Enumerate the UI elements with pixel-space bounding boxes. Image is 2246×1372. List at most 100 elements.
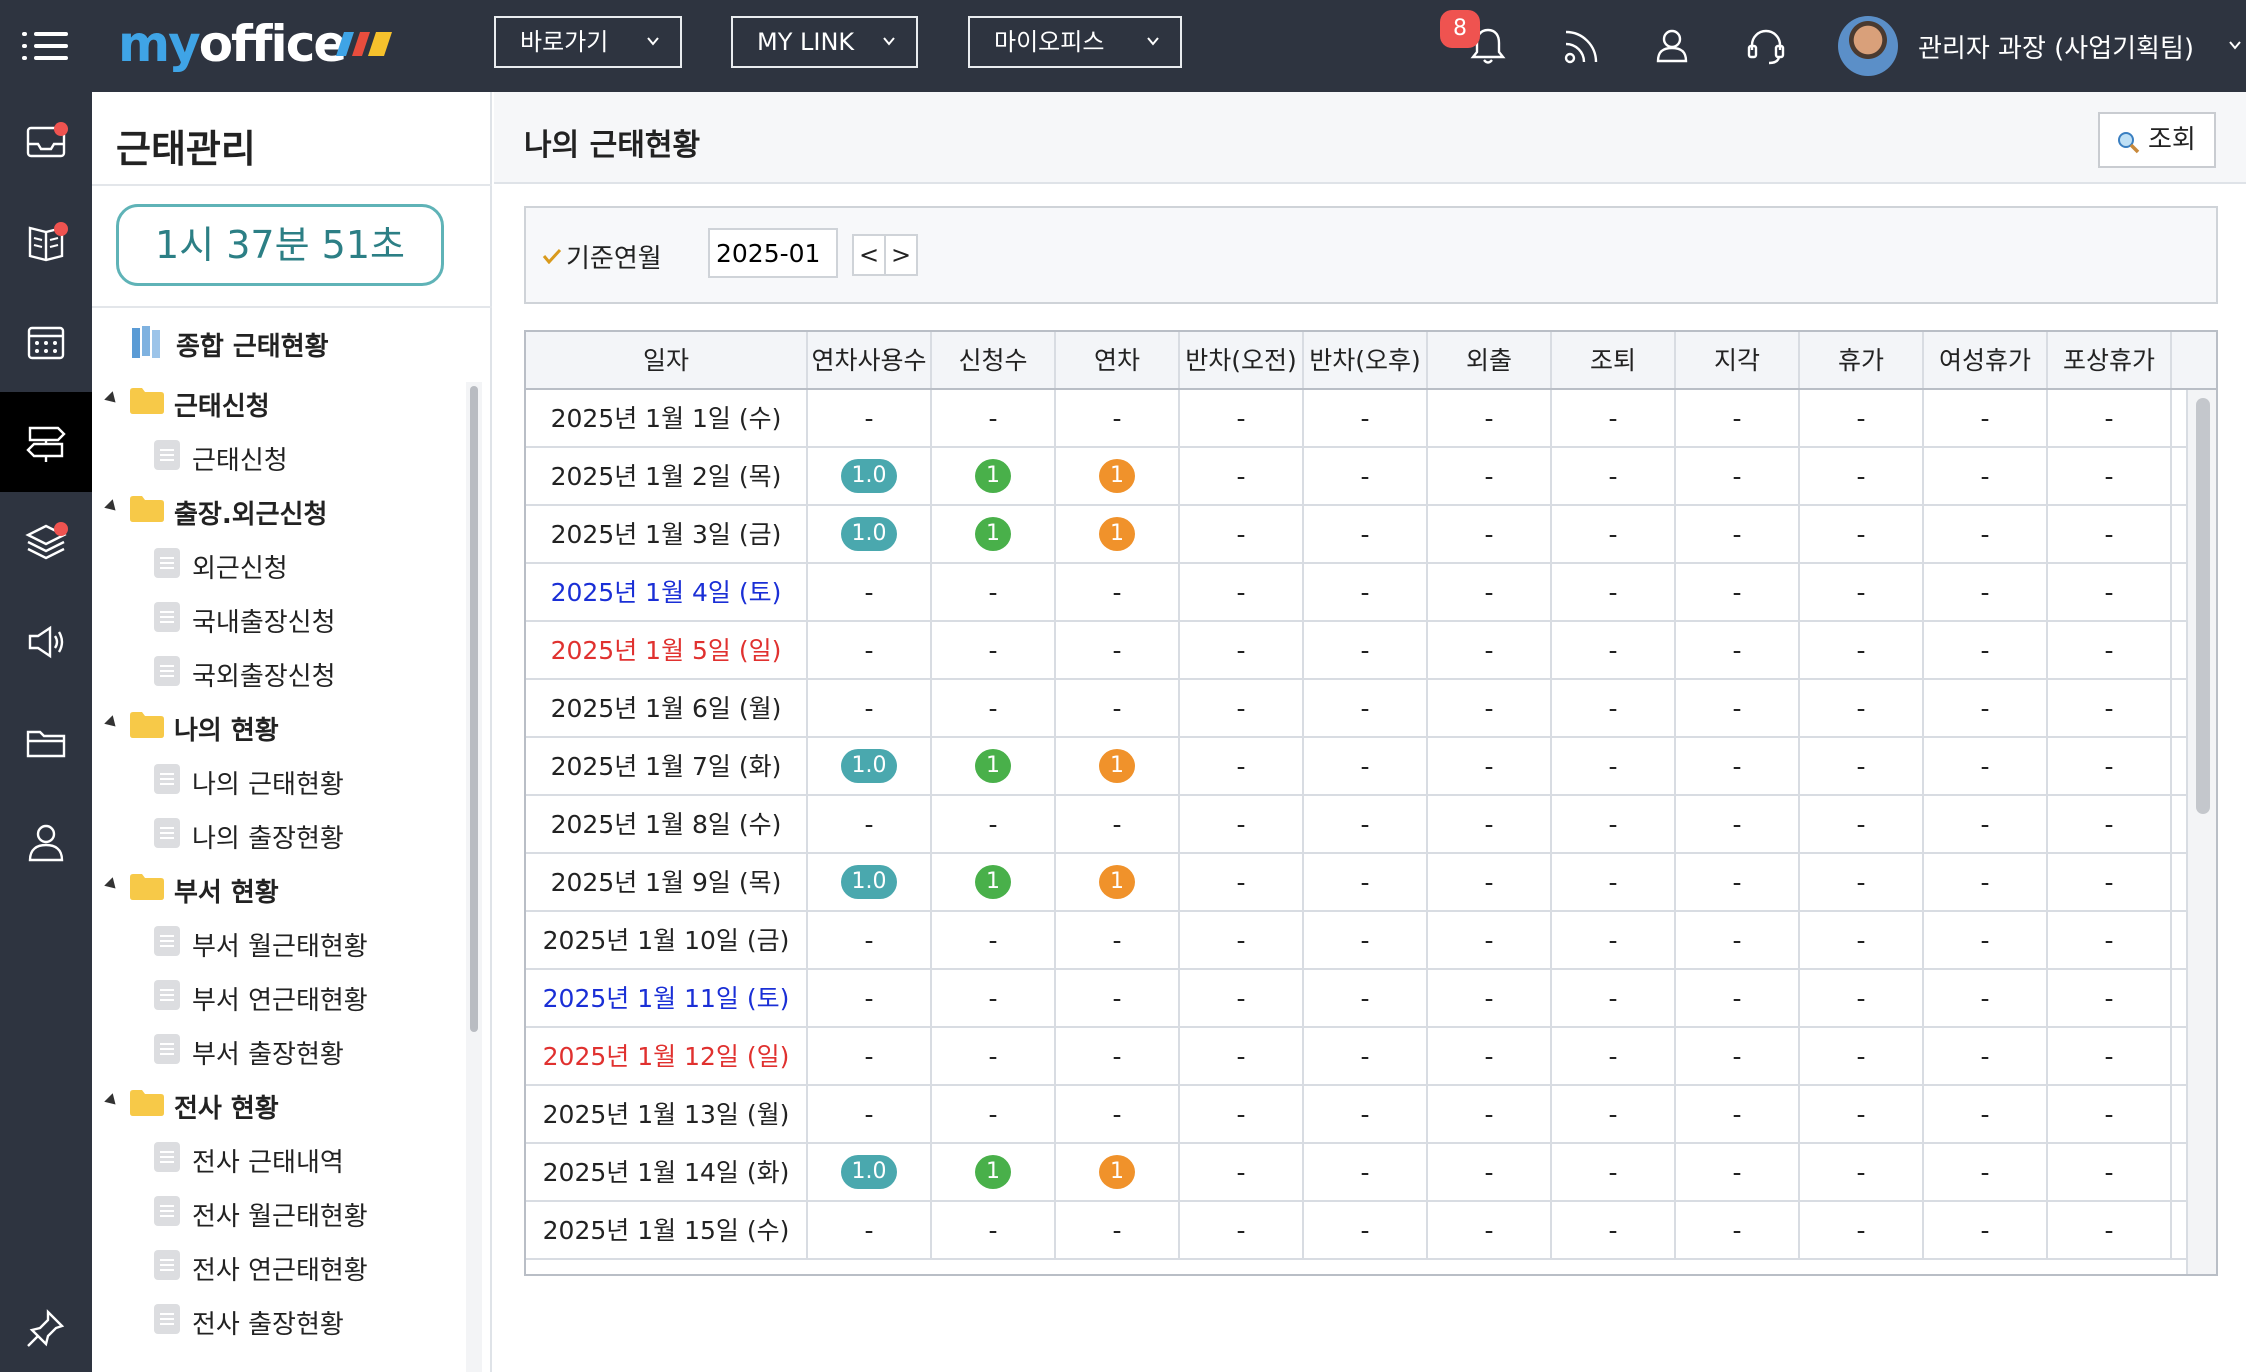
column-header-half-pm[interactable]: 반차(오후): [1304, 332, 1428, 388]
request-count-badge[interactable]: 1: [975, 865, 1011, 899]
expand-arrow-icon[interactable]: [104, 715, 120, 731]
month-input[interactable]: [708, 228, 838, 278]
sidebar-folder[interactable]: 근태신청: [92, 374, 462, 428]
nav-mylink-dropdown[interactable]: MY LINK: [731, 16, 918, 68]
requests-cell: -: [932, 564, 1056, 620]
sidebar-item[interactable]: 근태신청: [92, 428, 462, 482]
contacts-icon[interactable]: [1650, 24, 1694, 68]
late-cell: -: [1676, 1028, 1800, 1084]
sidebar-item[interactable]: 전사 근태내역: [92, 1130, 462, 1184]
annual-used-badge[interactable]: 1.0: [841, 459, 897, 493]
rail-mail-dot: [54, 122, 68, 136]
sidebar-item[interactable]: 나의 출장현황: [92, 806, 462, 860]
rss-icon[interactable]: [1560, 24, 1604, 68]
annual-used-badge[interactable]: 1.0: [841, 865, 897, 899]
sidebar-scrollbar[interactable]: [466, 382, 482, 1372]
headset-icon[interactable]: [1744, 24, 1788, 68]
sidebar-item[interactable]: 부서 월근태현황: [92, 914, 462, 968]
sidebar-item[interactable]: 국내출장신청: [92, 590, 462, 644]
nav-shortcut-dropdown[interactable]: 바로가기: [494, 16, 682, 68]
request-count-badge[interactable]: 1: [975, 459, 1011, 493]
table-scrollbar[interactable]: [2186, 390, 2216, 1274]
column-header-early-leave[interactable]: 조퇴: [1552, 332, 1676, 388]
annual-count-badge[interactable]: 1: [1099, 517, 1135, 551]
user-avatar[interactable]: [1838, 16, 1898, 76]
requests-cell: -: [932, 1028, 1056, 1084]
annual-used-badge[interactable]: 1.0: [841, 749, 897, 783]
rail-pin[interactable]: [0, 1292, 92, 1372]
early-leave-cell: -: [1552, 738, 1676, 794]
expand-arrow-icon[interactable]: [104, 1093, 120, 1109]
sidebar-item[interactable]: 전사 연근태현황: [92, 1238, 462, 1292]
rail-mail[interactable]: [0, 92, 92, 192]
sidebar-item[interactable]: 외근신청: [92, 536, 462, 590]
folder-icon: [26, 730, 66, 758]
annual-used-badge[interactable]: 1.0: [841, 517, 897, 551]
sidebar-item[interactable]: 부서 연근태현황: [92, 968, 462, 1022]
reward-leave-cell: -: [2048, 506, 2172, 562]
scrollbar-thumb[interactable]: [2196, 398, 2210, 814]
column-header-outing[interactable]: 외출: [1428, 332, 1552, 388]
rail-board[interactable]: [0, 192, 92, 292]
sidebar-folder[interactable]: 나의 현황: [92, 698, 462, 752]
column-header-reward-leave[interactable]: 포상휴가: [2048, 332, 2172, 388]
nav-myoffice-dropdown[interactable]: 마이오피스: [968, 16, 1182, 68]
half-pm-cell: -: [1304, 1202, 1428, 1258]
column-header-late[interactable]: 지각: [1676, 332, 1800, 388]
rail-layers[interactable]: [0, 492, 92, 592]
column-header-requests[interactable]: 신청수: [932, 332, 1056, 388]
expand-arrow-icon[interactable]: [104, 499, 120, 515]
sidebar-item-label: 전사 연근태현황: [192, 1256, 368, 1286]
early-leave-cell: -: [1552, 564, 1676, 620]
expand-arrow-icon[interactable]: [104, 391, 120, 407]
annual-count-badge[interactable]: 1: [1099, 1155, 1135, 1189]
rail-people[interactable]: [0, 792, 92, 892]
request-count-badge[interactable]: 1: [975, 1155, 1011, 1189]
column-header-date[interactable]: 일자: [526, 332, 808, 388]
requests-cell: -: [932, 680, 1056, 736]
late-cell: -: [1676, 390, 1800, 446]
rail-calendar[interactable]: [0, 292, 92, 392]
request-count-badge[interactable]: 1: [975, 749, 1011, 783]
app-logo[interactable]: myoffice: [118, 14, 347, 74]
request-count-badge[interactable]: 1: [975, 517, 1011, 551]
expand-arrow-icon[interactable]: [104, 877, 120, 893]
prev-month-button[interactable]: <: [852, 234, 886, 276]
document-icon: [154, 1034, 180, 1064]
rail-announce[interactable]: [0, 592, 92, 692]
sidebar-folder[interactable]: 전사 현황: [92, 1076, 462, 1130]
sidebar-item[interactable]: 전사 출장현황: [92, 1292, 462, 1346]
requests-cell: -: [932, 622, 1056, 678]
page-header: 나의 근태현황 조회: [494, 92, 2246, 184]
sidebar-item[interactable]: 전사 월근태현황: [92, 1184, 462, 1238]
rail-files[interactable]: [0, 692, 92, 792]
chevron-down-icon: [647, 37, 659, 46]
half-pm-cell: -: [1304, 796, 1428, 852]
sidebar-folder[interactable]: 부서 현황: [92, 860, 462, 914]
annual-used-badge[interactable]: 1.0: [841, 1155, 897, 1189]
next-month-button[interactable]: >: [884, 234, 918, 276]
column-header-vacation[interactable]: 휴가: [1800, 332, 1924, 388]
vacation-cell: -: [1800, 854, 1924, 910]
column-header-half-am[interactable]: 반차(오전): [1180, 332, 1304, 388]
user-name[interactable]: 관리자 과장 (사업기획팀): [1918, 28, 2194, 65]
half-am-cell: -: [1180, 1028, 1304, 1084]
rail-attendance[interactable]: [0, 392, 92, 492]
late-cell: -: [1676, 854, 1800, 910]
chevron-down-icon[interactable]: [2228, 38, 2242, 52]
sidebar-item[interactable]: 국외출장신청: [92, 644, 462, 698]
column-header-annual[interactable]: 연차: [1056, 332, 1180, 388]
scrollbar-thumb[interactable]: [470, 386, 478, 1032]
outing-cell: -: [1428, 970, 1552, 1026]
column-header-women-leave[interactable]: 여성휴가: [1924, 332, 2048, 388]
search-button[interactable]: 조회: [2098, 112, 2216, 168]
column-header-annual-used[interactable]: 연차사용수: [808, 332, 932, 388]
menu-icon[interactable]: [22, 30, 68, 62]
sidebar-item[interactable]: 부서 출장현황: [92, 1022, 462, 1076]
sidebar-folder-label: 근태신청: [174, 392, 270, 422]
sidebar-folder[interactable]: 출장.외근신청: [92, 482, 462, 536]
annual-count-badge[interactable]: 1: [1099, 865, 1135, 899]
annual-count-badge[interactable]: 1: [1099, 749, 1135, 783]
annual-count-badge[interactable]: 1: [1099, 459, 1135, 493]
sidebar-item[interactable]: 나의 근태현황: [92, 752, 462, 806]
